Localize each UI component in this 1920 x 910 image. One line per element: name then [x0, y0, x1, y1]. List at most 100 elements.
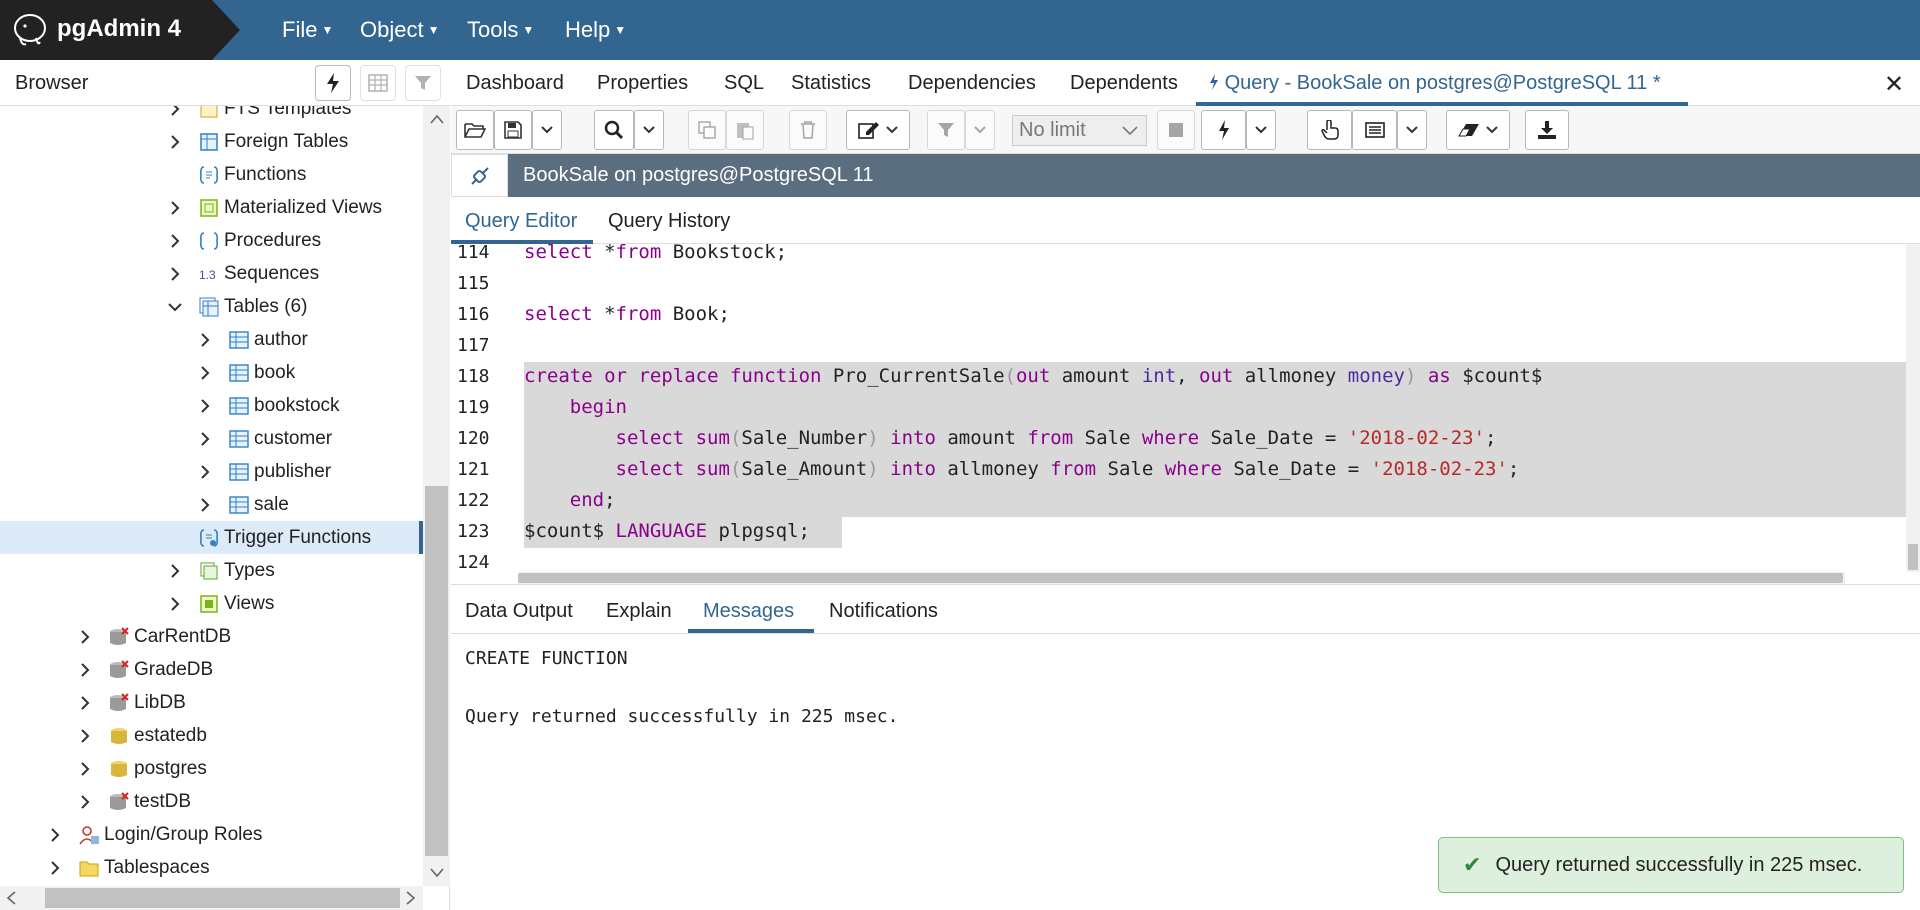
- view-data-button[interactable]: [360, 65, 396, 101]
- tab-statistics[interactable]: Statistics: [791, 72, 871, 95]
- tree-scroll-thumb[interactable]: [425, 486, 448, 856]
- chevron-right-icon: [51, 827, 60, 842]
- chevron-right-icon: [201, 497, 210, 512]
- tree-node-types[interactable]: Types: [168, 554, 275, 587]
- tree-node-materialized-views[interactable]: Materialized Views: [168, 191, 382, 224]
- tree-node-table-sale[interactable]: sale: [198, 488, 289, 521]
- scroll-up-icon[interactable]: [430, 114, 444, 124]
- code-line: 121 select sum(Sale_Amount) into allmone…: [457, 458, 1520, 480]
- trash-icon: [801, 121, 815, 139]
- tree-hscroll-thumb[interactable]: [45, 888, 400, 908]
- scroll-down-icon[interactable]: [430, 868, 444, 878]
- filter-rows-button[interactable]: [405, 65, 441, 101]
- chevron-down-icon: [1406, 126, 1418, 134]
- editor-vertical-scrollbar[interactable]: [1906, 244, 1920, 572]
- tree-node-table-bookstock[interactable]: bookstock: [198, 389, 340, 422]
- scroll-left-icon[interactable]: [6, 891, 16, 905]
- tab-query-editor[interactable]: Query Editor: [465, 210, 577, 233]
- tree-node-carrentdb[interactable]: CarRentDB: [78, 620, 231, 653]
- sql-editor[interactable]: 114 select *from Bookstock; 115 116 sele…: [451, 244, 1920, 584]
- tree-node-postgres[interactable]: postgres: [78, 752, 207, 785]
- tree-node-foreign-tables[interactable]: Foreign Tables: [168, 125, 348, 158]
- tab-properties[interactable]: Properties: [597, 72, 688, 95]
- tree-node-procedures[interactable]: Procedures: [168, 224, 321, 257]
- explain-options-dropdown[interactable]: [1397, 110, 1427, 150]
- database-disconnected-icon: [110, 626, 129, 645]
- top-navbar: pgAdmin 4 File ▼ Object ▼ Tools ▼ Help ▼: [0, 0, 1920, 60]
- tree-node-sequences[interactable]: 1.3 Sequences: [168, 257, 319, 290]
- execute-button[interactable]: [1201, 110, 1246, 150]
- tab-query-history[interactable]: Query History: [608, 210, 730, 233]
- tab-explain[interactable]: Explain: [606, 600, 672, 623]
- tab-notifications[interactable]: Notifications: [829, 600, 938, 623]
- tree-node-tablespaces[interactable]: Tablespaces: [48, 851, 210, 884]
- tree-node-tables[interactable]: Tables (6): [168, 290, 307, 323]
- tab-dashboard[interactable]: Dashboard: [466, 72, 564, 95]
- connection-status-button[interactable]: [451, 154, 508, 197]
- menu-help[interactable]: Help ▼: [565, 17, 626, 43]
- copy-button[interactable]: [688, 110, 726, 150]
- code-line: 123 $count$ LANGUAGE plpgsql;: [457, 520, 810, 542]
- tab-query-tool[interactable]: Query - BookSale on postgres@PostgreSQL …: [1209, 72, 1661, 95]
- tree-node-trigger-functions[interactable]: Trigger Functions: [0, 521, 423, 554]
- browser-header: Browser: [0, 60, 450, 106]
- chevron-right-icon: [81, 695, 90, 710]
- editor-vscroll-thumb[interactable]: [1908, 544, 1918, 570]
- tab-sql[interactable]: SQL: [724, 72, 764, 95]
- find-options-dropdown[interactable]: [634, 110, 664, 150]
- output-tabs: Data Output Explain Messages Notificatio…: [451, 584, 1920, 634]
- menu-object[interactable]: Object ▼: [360, 17, 439, 43]
- tree-node-table-customer[interactable]: customer: [198, 422, 332, 455]
- tree-node-functions[interactable]: Functions: [198, 158, 306, 191]
- sequence-icon: 1.3: [199, 268, 216, 282]
- roles-icon: [79, 825, 99, 844]
- explain-analyze-button[interactable]: [1352, 110, 1397, 150]
- success-toast[interactable]: ✔ Query returned successfully in 225 mse…: [1438, 837, 1904, 893]
- tree-node-login-group-roles[interactable]: Login/Group Roles: [48, 818, 262, 851]
- connection-label[interactable]: BookSale on postgres@PostgreSQL 11: [508, 154, 1920, 197]
- menu-tools[interactable]: Tools ▼: [467, 17, 534, 43]
- tab-dependencies[interactable]: Dependencies: [908, 72, 1036, 95]
- scroll-right-icon[interactable]: [406, 891, 416, 905]
- cancel-query-button[interactable]: [1157, 110, 1195, 150]
- explain-button[interactable]: [1307, 110, 1352, 150]
- save-options-dropdown[interactable]: [532, 110, 562, 150]
- filter-icon: [415, 76, 431, 90]
- tree-horizontal-scrollbar[interactable]: [0, 886, 423, 910]
- download-csv-button[interactable]: [1525, 110, 1569, 150]
- brand[interactable]: pgAdmin 4: [0, 0, 240, 60]
- lightning-icon: [327, 73, 339, 93]
- filter-options-dropdown[interactable]: [965, 110, 995, 150]
- message-line: Query returned successfully in 225 msec.: [465, 706, 899, 727]
- query-tool-button[interactable]: [315, 65, 351, 101]
- chevron-down-icon: ▼: [321, 23, 334, 37]
- find-button[interactable]: [594, 110, 634, 150]
- tree-node-table-publisher[interactable]: publisher: [198, 455, 331, 488]
- tree-node-table-book[interactable]: book: [198, 356, 295, 389]
- paste-button[interactable]: [726, 110, 764, 150]
- tree-node-gradedb[interactable]: GradeDB: [78, 653, 213, 686]
- tab-data-output[interactable]: Data Output: [465, 600, 573, 623]
- tab-dependents[interactable]: Dependents: [1070, 72, 1178, 95]
- save-file-button[interactable]: [494, 110, 532, 150]
- procedure-icon: [200, 231, 218, 250]
- editor-horizontal-scrollbar[interactable]: [518, 572, 1845, 584]
- execute-options-dropdown[interactable]: [1246, 110, 1276, 150]
- close-tab-icon[interactable]: ✕: [1884, 70, 1904, 99]
- tree-vertical-scrollbar[interactable]: [423, 106, 450, 886]
- delete-rows-button[interactable]: [789, 110, 827, 150]
- tree-node-libdb[interactable]: LibDB: [78, 686, 186, 719]
- filter-button[interactable]: [927, 110, 965, 150]
- tree-node-testdb[interactable]: testDB: [78, 785, 191, 818]
- clear-button[interactable]: [1446, 110, 1510, 150]
- menu-file[interactable]: File ▼: [282, 17, 333, 43]
- row-limit-select[interactable]: No limit: [1012, 115, 1147, 146]
- tree-node-table-author[interactable]: author: [198, 323, 308, 356]
- tree-node-estatedb[interactable]: estatedb: [78, 719, 207, 752]
- editor-hscroll-thumb[interactable]: [518, 573, 1843, 583]
- open-file-button[interactable]: [456, 110, 494, 150]
- tab-messages[interactable]: Messages: [703, 600, 794, 623]
- tree-node-fts-templates[interactable]: FTS Templates: [168, 106, 351, 125]
- edit-button[interactable]: [846, 110, 910, 150]
- tree-node-views[interactable]: Views: [168, 587, 274, 620]
